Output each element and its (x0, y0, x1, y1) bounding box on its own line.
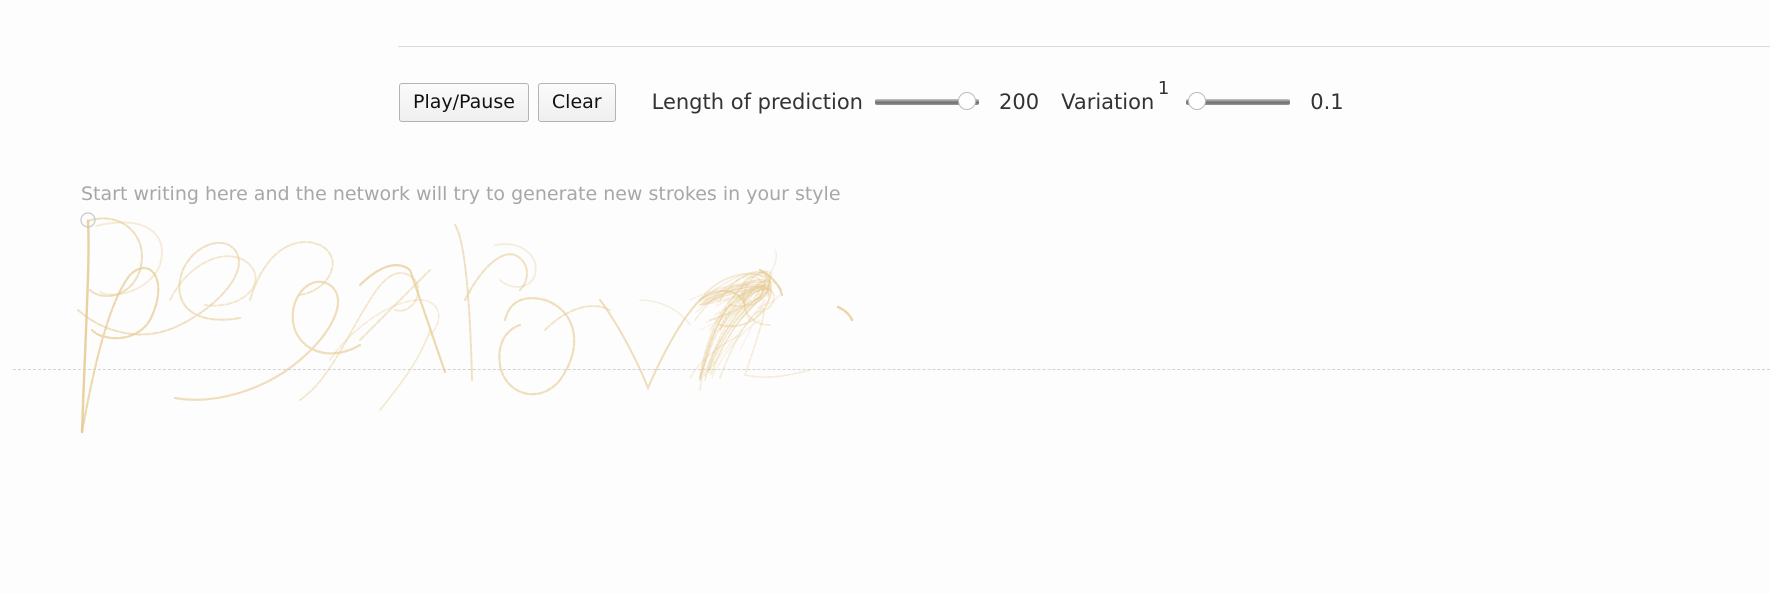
handwriting-stroke (836, 305, 854, 322)
handwriting-stroke (169, 255, 257, 307)
handwriting-stroke (498, 297, 576, 396)
handwriting-stroke (544, 305, 611, 331)
handwriting-stroke (249, 241, 334, 301)
handwriting-stroke (494, 243, 537, 288)
handwriting-strokes (77, 212, 854, 434)
handwriting-stroke (95, 221, 163, 296)
handwriting-demo: Play/Pause Clear Length of prediction 20… (0, 0, 1770, 594)
handwriting-stroke (299, 272, 420, 401)
handwriting-stroke (464, 253, 528, 301)
handwriting-stroke (454, 224, 473, 381)
handwriting-stroke (87, 217, 143, 297)
handwriting-stroke (173, 280, 362, 401)
drawing-canvas[interactable] (0, 0, 1770, 594)
handwriting-stroke (379, 329, 431, 411)
